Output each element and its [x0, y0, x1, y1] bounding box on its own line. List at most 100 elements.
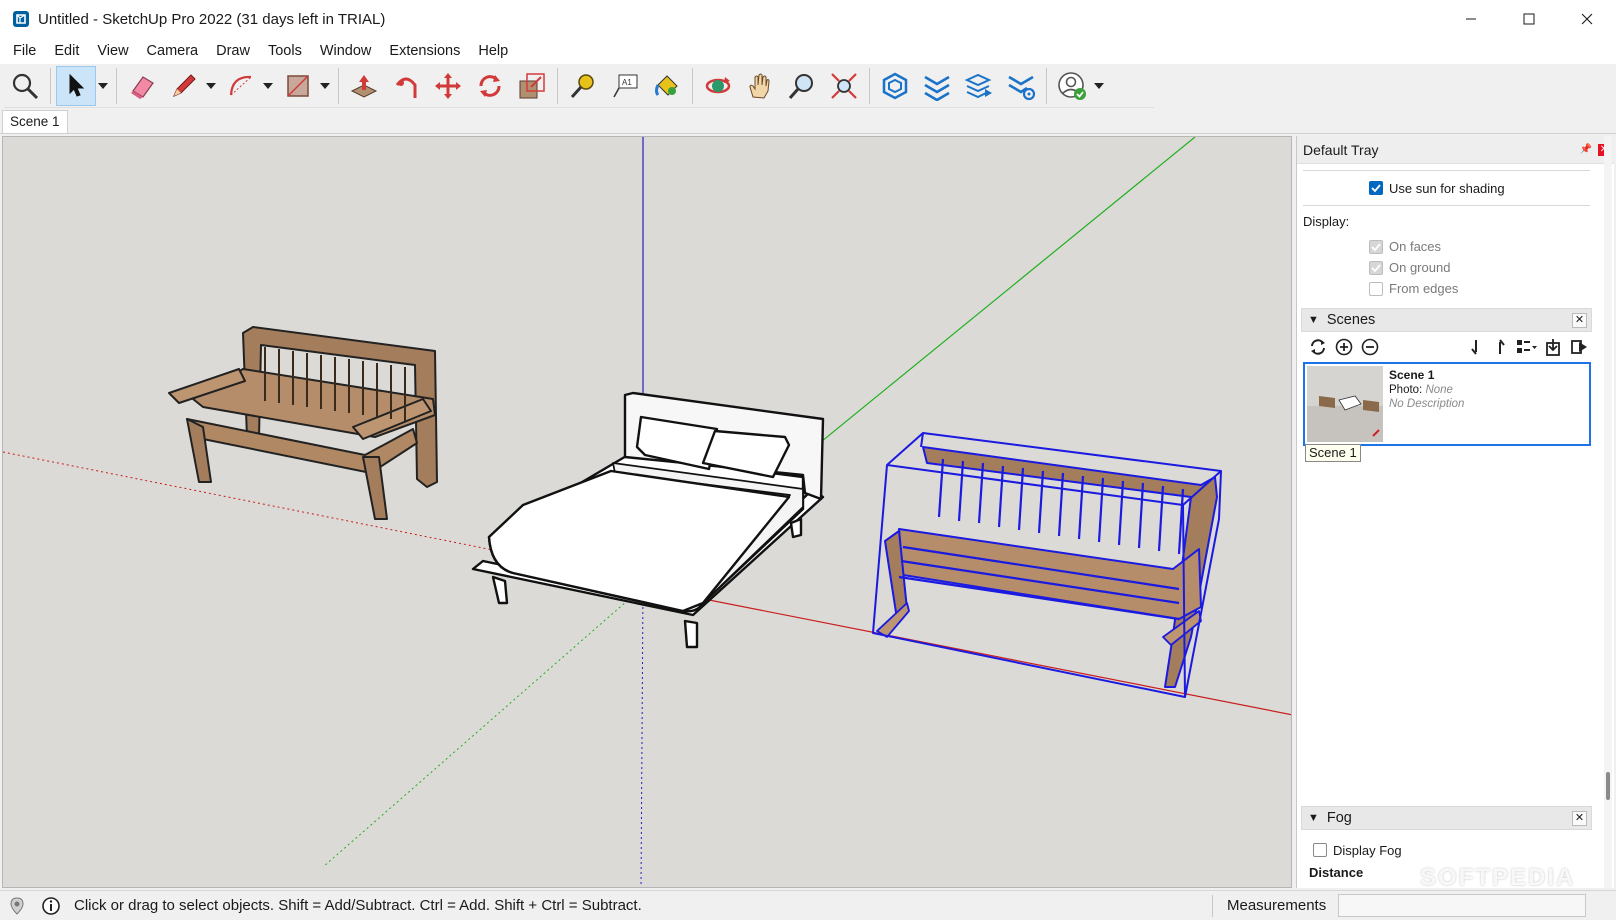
zoom-extents-tool-button[interactable] [824, 66, 864, 106]
measurements-input[interactable] [1338, 894, 1586, 917]
minimize-button[interactable] [1442, 0, 1500, 38]
update-scene-button[interactable] [1305, 334, 1331, 360]
eraser-tool-button[interactable] [122, 66, 162, 106]
tray-scrollbar[interactable] [1604, 136, 1612, 888]
extension-manager-button[interactable] [1001, 66, 1041, 106]
scenes-close-button[interactable]: ✕ [1572, 313, 1587, 328]
list-view-icon [1517, 340, 1537, 353]
scene-tab-strip: Scene 1 [0, 108, 1616, 134]
arc-tool-button[interactable] [221, 66, 261, 106]
zoom-extents-icon [831, 72, 857, 99]
collapse-triangle-icon[interactable]: ▼ [1308, 812, 1319, 824]
tray-title: Default Tray [1303, 141, 1379, 158]
rotate-tool-button[interactable] [470, 66, 510, 106]
fog-close-button[interactable]: ✕ [1572, 811, 1587, 826]
menu-file[interactable]: File [4, 38, 45, 64]
zoom-tool-button[interactable] [782, 66, 822, 106]
text-tool-button[interactable]: A1 [605, 66, 645, 106]
use-sun-row[interactable]: Use sun for shading [1301, 171, 1592, 205]
menu-help[interactable]: Help [469, 38, 517, 64]
display-fog-row[interactable]: Display Fog [1313, 840, 1402, 860]
select-tool-button[interactable] [56, 65, 96, 106]
info-icon[interactable] [42, 896, 60, 915]
bed-model[interactable] [471, 391, 825, 649]
display-fog-label: Display Fog [1333, 842, 1402, 858]
arrow-down-icon [1471, 340, 1477, 355]
maximize-button[interactable] [1500, 0, 1558, 38]
viewport-canvas[interactable] [3, 137, 1292, 888]
move-scene-down-button[interactable] [1462, 334, 1488, 360]
layers-send-icon [964, 73, 992, 98]
move-icon [435, 72, 461, 99]
use-sun-checkbox[interactable] [1369, 181, 1383, 195]
select-tool-dropdown[interactable] [97, 66, 109, 106]
pencil-icon [173, 73, 196, 97]
scene-thumbnail [1307, 366, 1383, 442]
scene-1-card[interactable]: Scene 1 Photo: None No Description [1303, 362, 1591, 446]
scene-details-button[interactable] [1540, 334, 1566, 360]
expand-details-button[interactable] [1566, 334, 1592, 360]
geo-location-icon[interactable] [8, 896, 26, 915]
menu-view[interactable]: View [88, 38, 137, 64]
tape-measure-tool-button[interactable] [563, 66, 603, 106]
view-options-button[interactable] [1514, 334, 1540, 360]
on-ground-row: On ground [1301, 257, 1592, 278]
wooden-bench-selected[interactable] [872, 432, 1222, 698]
move-tool-button[interactable] [428, 66, 468, 106]
menu-extensions[interactable]: Extensions [380, 38, 469, 64]
toolbar-separator [869, 67, 870, 104]
minus-circle-icon [1361, 338, 1379, 356]
from-edges-row: From edges [1301, 278, 1592, 299]
scene-tooltip: Scene 1 [1305, 444, 1361, 462]
shape-tool-dropdown[interactable] [319, 66, 331, 106]
tray-content: Use sun for shading Display: On faces On… [1301, 164, 1592, 880]
fog-panel-header[interactable]: ▼ Fog ✕ [1301, 806, 1592, 830]
3d-warehouse-button[interactable] [875, 66, 915, 106]
close-button[interactable] [1558, 0, 1616, 38]
chevron-down-icon [98, 82, 108, 89]
scale-tool-button[interactable] [512, 66, 552, 106]
paint-bucket-icon [655, 74, 678, 96]
scenes-toolbar [1301, 332, 1592, 362]
scrollbar-thumb[interactable] [1606, 772, 1610, 800]
layout-send-button[interactable] [959, 66, 999, 106]
tab-scene-1[interactable]: Scene 1 [2, 110, 68, 133]
arc-tool-dropdown[interactable] [262, 66, 274, 106]
pin-icon[interactable]: 📌 [1580, 144, 1592, 155]
display-fog-checkbox[interactable] [1313, 843, 1327, 857]
on-faces-label: On faces [1389, 239, 1442, 254]
fog-title: Fog [1326, 810, 1352, 826]
extension-warehouse-button[interactable] [917, 66, 957, 106]
menu-camera[interactable]: Camera [138, 38, 208, 64]
paint-bucket-tool-button[interactable] [647, 66, 687, 106]
remove-scene-button[interactable] [1357, 334, 1383, 360]
chevron-down-icon [320, 82, 330, 89]
wooden-bench-left[interactable] [168, 326, 438, 520]
push-pull-tool-button[interactable] [344, 66, 384, 106]
move-scene-up-button[interactable] [1488, 334, 1514, 360]
add-scene-button[interactable] [1331, 334, 1357, 360]
orbit-tool-button[interactable] [698, 66, 738, 106]
model-viewport[interactable] [2, 136, 1292, 888]
account-dropdown[interactable] [1093, 66, 1105, 106]
checkmark-icon [1371, 184, 1381, 193]
account-button[interactable] [1052, 66, 1092, 106]
window-title: Untitled - SketchUp Pro 2022 (31 days le… [38, 10, 386, 28]
eraser-icon [131, 75, 154, 99]
pan-tool-button[interactable] [740, 66, 780, 106]
follow-me-tool-button[interactable] [386, 66, 426, 106]
menu-edit[interactable]: Edit [45, 38, 88, 64]
pencil-tool-dropdown[interactable] [205, 66, 217, 106]
green-axis-dotted [322, 586, 644, 868]
menu-window[interactable]: Window [311, 38, 381, 64]
follow-me-icon [395, 77, 417, 98]
search-icon [12, 73, 39, 99]
shape-tool-button[interactable] [278, 66, 318, 106]
arc-icon [229, 75, 252, 95]
collapse-triangle-icon[interactable]: ▼ [1308, 314, 1319, 326]
menu-draw[interactable]: Draw [207, 38, 259, 64]
search-tool-button[interactable] [5, 66, 45, 106]
scenes-panel-header[interactable]: ▼ Scenes ✕ [1301, 308, 1592, 332]
pencil-tool-button[interactable] [164, 66, 204, 106]
menu-tools[interactable]: Tools [259, 38, 311, 64]
